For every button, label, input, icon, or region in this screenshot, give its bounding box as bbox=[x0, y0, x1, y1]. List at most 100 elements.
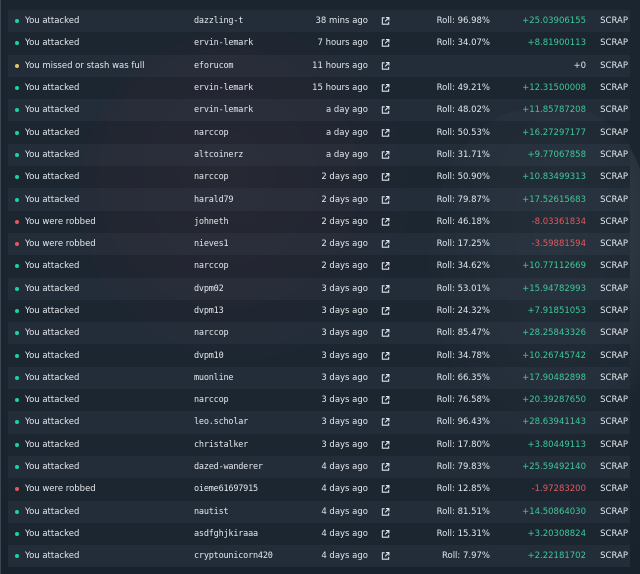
roll-value: Roll: 48.02% bbox=[437, 105, 490, 115]
roll-percent: 66.35% bbox=[457, 372, 490, 383]
target-username: cryptounicorn420 bbox=[194, 551, 273, 562]
external-link-icon[interactable] bbox=[381, 217, 390, 226]
status-dot bbox=[15, 108, 19, 113]
roll-label: Roll: bbox=[436, 417, 455, 428]
target-username: dvpm10 bbox=[194, 350, 224, 361]
status-dot bbox=[15, 420, 19, 425]
scrap-amount: +7.91851053 bbox=[527, 306, 587, 316]
external-link-icon[interactable] bbox=[381, 373, 390, 382]
scrap-unit: SCRAP bbox=[600, 16, 628, 27]
activity-row: You attacked dazed-wanderer 4 days ago Roll… bbox=[8, 455, 630, 479]
event-time: 3 days ago bbox=[321, 439, 368, 450]
roll-label: Roll: bbox=[436, 439, 455, 450]
scrap-amount: +25.03906155 bbox=[522, 16, 586, 27]
external-link-icon[interactable] bbox=[381, 284, 390, 293]
roll-value: Roll: 66.35% bbox=[437, 373, 490, 383]
roll-percent: 12.85% bbox=[457, 484, 490, 495]
target-username: narccop bbox=[194, 261, 229, 272]
target-username: harald79 bbox=[194, 194, 234, 205]
action-text: You attacked bbox=[25, 172, 80, 183]
roll-percent: 96.43% bbox=[457, 417, 490, 428]
action-text: You attacked bbox=[25, 38, 80, 49]
external-link-icon[interactable] bbox=[381, 17, 390, 26]
roll-value: Roll: 96.43% bbox=[437, 417, 490, 427]
external-link-icon[interactable] bbox=[381, 440, 390, 449]
roll-label: Roll: bbox=[436, 105, 455, 116]
activity-row: You attacked dazzling-t 38 mins ago Roll: 9… bbox=[8, 10, 630, 33]
roll-percent: 81.51% bbox=[457, 506, 490, 517]
roll-value: Roll: 34.78% bbox=[437, 351, 490, 361]
status-dot bbox=[15, 398, 19, 403]
target-username: ervin-lemark bbox=[194, 105, 254, 116]
external-link-icon[interactable] bbox=[381, 173, 390, 182]
external-link-icon[interactable] bbox=[381, 396, 390, 405]
activity-row: You attacked narccop a day ago Roll: 50.53%… bbox=[8, 121, 630, 144]
scrap-amount: +17.52615683 bbox=[522, 194, 586, 205]
external-link-icon[interactable] bbox=[381, 418, 390, 427]
target-username: oieme61697915 bbox=[194, 484, 258, 495]
external-link-icon[interactable] bbox=[381, 485, 390, 494]
external-link-icon[interactable] bbox=[381, 195, 390, 204]
status-dot bbox=[15, 130, 19, 135]
event-time: 2 days ago bbox=[321, 172, 368, 183]
external-link-icon[interactable] bbox=[381, 262, 390, 271]
external-link-icon[interactable] bbox=[381, 39, 390, 48]
scrap-amount: +10.26745742 bbox=[522, 350, 586, 361]
roll-label: Roll: bbox=[436, 395, 455, 406]
activity-row: You attacked cryptounicorn420 4 days ago Ro… bbox=[8, 545, 630, 568]
external-link-icon[interactable] bbox=[381, 84, 390, 93]
roll-value: Roll: 15.31% bbox=[437, 529, 490, 539]
roll-label: Roll: bbox=[436, 328, 455, 339]
roll-percent: 34.07% bbox=[457, 38, 490, 49]
activity-row: You were robbed oieme61697915 4 days ago Ro… bbox=[8, 478, 630, 501]
roll-value: Roll: 46.18% bbox=[437, 217, 490, 227]
roll-label: Roll: bbox=[436, 462, 455, 473]
roll-label: Roll: bbox=[436, 127, 455, 138]
action-text: You attacked bbox=[25, 149, 80, 160]
scrap-unit: SCRAP bbox=[600, 462, 628, 473]
event-time: 3 days ago bbox=[321, 283, 368, 294]
external-link-icon[interactable] bbox=[381, 329, 390, 338]
roll-percent: 34.62% bbox=[457, 261, 490, 272]
scrap-amount: +10.77112669 bbox=[522, 261, 586, 272]
external-link-icon[interactable] bbox=[381, 507, 390, 516]
event-time: a day ago bbox=[325, 149, 368, 160]
action-text: You attacked bbox=[25, 328, 80, 339]
external-link-icon[interactable] bbox=[381, 61, 390, 70]
roll-percent: 53.01% bbox=[457, 283, 490, 294]
external-link-icon[interactable] bbox=[381, 128, 390, 137]
roll-value: Roll: 50.53% bbox=[437, 128, 490, 138]
roll-value: Roll: 53.01% bbox=[437, 284, 490, 294]
roll-value: Roll: 50.90% bbox=[437, 172, 490, 182]
action-text: You missed or stash was full bbox=[25, 60, 145, 71]
scrap-unit: SCRAP bbox=[600, 395, 628, 406]
roll-label: Roll: bbox=[436, 283, 455, 294]
target-username: johneth bbox=[194, 216, 229, 227]
external-link-icon[interactable] bbox=[381, 106, 390, 115]
action-text: You attacked bbox=[25, 372, 80, 383]
external-link-icon[interactable] bbox=[381, 351, 390, 360]
action-text: You attacked bbox=[25, 16, 80, 27]
external-link-icon[interactable] bbox=[381, 529, 390, 538]
activity-row: You attacked ervin-lemark 7 hours ago Roll:… bbox=[8, 32, 630, 55]
activity-row: You attacked nautist 4 days ago Roll: 81.51… bbox=[8, 500, 630, 523]
external-link-icon[interactable] bbox=[381, 307, 390, 316]
scrap-amount: +15.94782993 bbox=[522, 283, 586, 294]
external-link-icon[interactable] bbox=[381, 552, 390, 561]
status-dot bbox=[15, 197, 19, 202]
activity-row: You attacked christalker 3 days ago Roll: 1… bbox=[8, 433, 630, 456]
scrap-amount: +11.85787208 bbox=[522, 105, 586, 116]
target-username: ervin-lemark bbox=[194, 38, 254, 49]
action-text: You attacked bbox=[25, 127, 80, 138]
roll-percent: 49.21% bbox=[457, 83, 490, 94]
external-link-icon[interactable] bbox=[381, 240, 390, 249]
external-link-icon[interactable] bbox=[381, 150, 390, 159]
external-link-icon[interactable] bbox=[381, 463, 390, 472]
target-username: dazzling-t bbox=[194, 16, 244, 27]
scrap-unit: SCRAP bbox=[600, 528, 628, 539]
event-time: 3 days ago bbox=[321, 328, 368, 339]
roll-percent: 15.31% bbox=[457, 528, 490, 539]
action-text: You were robbed bbox=[25, 216, 96, 227]
roll-percent: 50.53% bbox=[457, 127, 490, 138]
roll-label: Roll: bbox=[436, 149, 455, 160]
